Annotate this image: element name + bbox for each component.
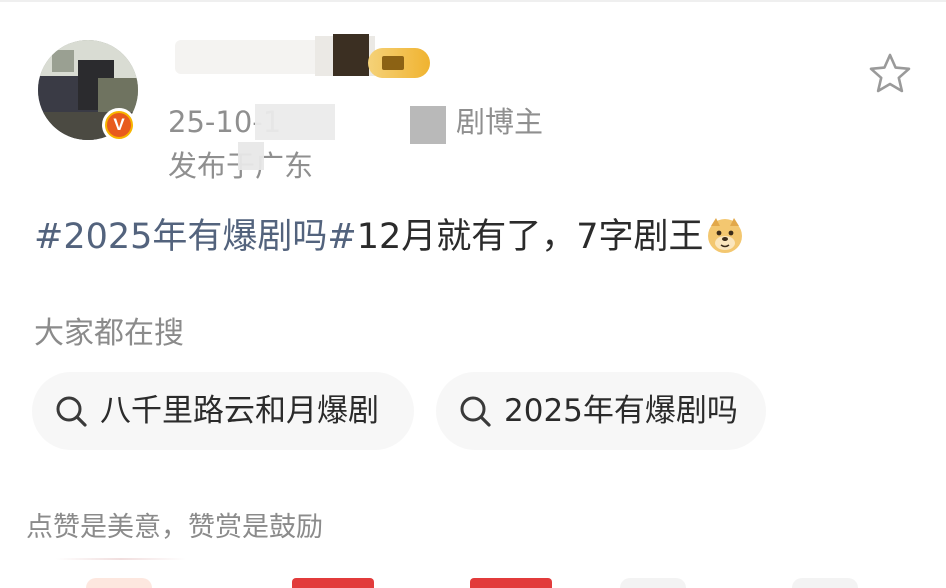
search-chip[interactable]: 2025年有爆剧吗 (436, 372, 766, 450)
divider (56, 558, 186, 560)
reward-hint: 点赞是美意，赞赏是鼓励 (26, 512, 323, 543)
redaction-block (175, 40, 335, 74)
author-role: 剧博主 (456, 105, 544, 139)
hashtag-link[interactable]: #2025年有爆剧吗# (34, 217, 357, 257)
doge-emoji (707, 218, 742, 253)
reward-option[interactable] (792, 578, 858, 588)
verified-v-mark: V (107, 113, 131, 137)
search-icon (460, 396, 491, 427)
avatar-blur-block (52, 50, 74, 72)
level-badge-icon (382, 56, 404, 70)
redaction-block (333, 34, 369, 76)
reward-option[interactable] (292, 578, 374, 588)
user-level-badge[interactable] (368, 48, 430, 78)
post-text: 12月就有了，7字剧王 (356, 217, 704, 257)
top-divider (0, 0, 946, 2)
redaction-block (238, 142, 264, 170)
post-body: #2025年有爆剧吗#12月就有了，7字剧王 (34, 212, 744, 262)
redaction-block (255, 104, 335, 140)
post-card: V 25-10-1 剧博主 发布于广东 #2025年有爆剧吗#12月就有了，7字… (0, 0, 946, 588)
search-icon (56, 396, 87, 427)
location-province-second: 东 (284, 149, 314, 183)
trending-search-title: 大家都在搜 (34, 316, 184, 351)
verified-v-icon: V (102, 108, 136, 142)
reward-option[interactable] (470, 578, 552, 588)
star-outline-icon[interactable] (866, 50, 914, 98)
search-chip[interactable]: 八千里路云和月爆剧 (32, 372, 414, 450)
search-chip-label: 2025年有爆剧吗 (504, 393, 738, 429)
reward-option[interactable] (86, 578, 152, 588)
reward-option[interactable] (620, 578, 686, 588)
search-chip-label: 八千里路云和月爆剧 (100, 393, 379, 429)
redaction-block (410, 106, 446, 144)
